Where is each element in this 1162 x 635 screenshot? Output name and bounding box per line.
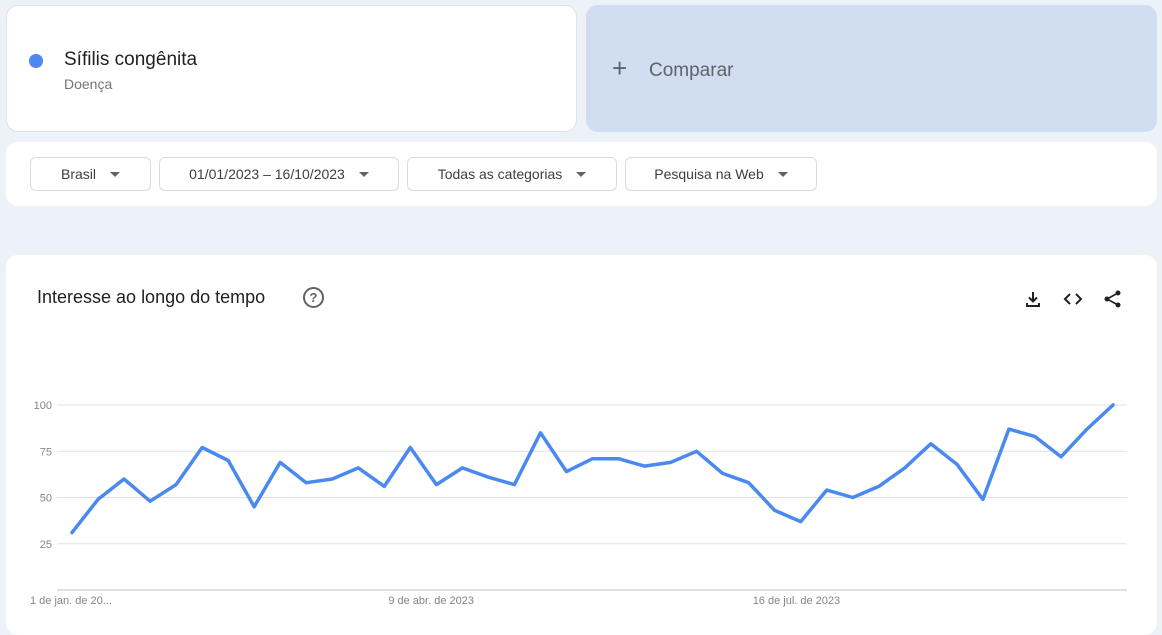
caret-down-icon xyxy=(576,171,587,177)
date-range-value: 01/01/2023 – 16/10/2023 xyxy=(189,166,345,182)
search-type-value: Pesquisa na Web xyxy=(654,166,764,182)
y-tick-label: 100 xyxy=(34,400,52,412)
x-tick-label: 9 de abr. de 2023 xyxy=(388,595,474,607)
series-line xyxy=(70,403,1115,535)
caret-down-icon xyxy=(110,171,120,177)
caret-down-icon xyxy=(777,171,788,177)
region-dropdown[interactable]: Brasil xyxy=(30,157,151,191)
y-tick-label: 25 xyxy=(40,539,52,551)
search-term-card[interactable]: Sífilis congênita Doença xyxy=(6,5,577,132)
interest-over-time-panel: Interesse ao longo do tempo ? 25 50 75 100 1… xyxy=(6,255,1157,635)
search-type-dropdown[interactable]: Pesquisa na Web xyxy=(625,157,817,191)
x-tick-label: 16 de jul. de 2023 xyxy=(753,595,840,607)
x-tick-label: 1 de jan. de 20... xyxy=(30,595,112,607)
search-term-name[interactable]: Sífilis congênita xyxy=(64,49,197,71)
caret-down-icon xyxy=(358,171,369,177)
search-term-type: Doença xyxy=(64,76,113,92)
date-range-dropdown[interactable]: 01/01/2023 – 16/10/2023 xyxy=(159,157,399,191)
y-tick-label: 50 xyxy=(40,493,52,505)
plus-icon: + xyxy=(612,53,628,83)
category-value: Todas as categorias xyxy=(437,166,563,182)
y-tick-label: 75 xyxy=(40,446,52,458)
compare-button[interactable]: + Comparar xyxy=(586,5,1157,132)
compare-label: Comparar xyxy=(649,60,734,81)
series-color-dot xyxy=(29,54,43,68)
region-value: Brasil xyxy=(60,166,96,182)
interest-line-chart: 25 50 75 100 1 de jan. de 20... 9 de abr. de … xyxy=(30,400,1127,607)
category-dropdown[interactable]: Todas as categorias xyxy=(407,157,617,191)
filter-bar: Brasil 01/01/2023 – 16/10/2023 Todas as … xyxy=(6,142,1157,206)
